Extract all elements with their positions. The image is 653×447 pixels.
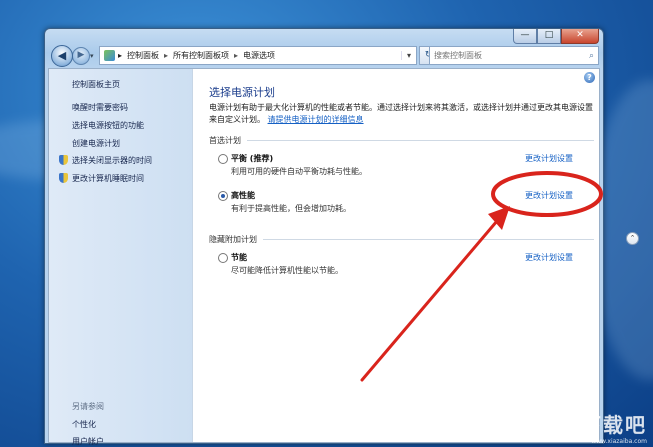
- caption-buttons: — □ ✕: [513, 29, 599, 44]
- search-input[interactable]: [430, 50, 576, 61]
- plan-details-link[interactable]: 请提供电源计划的详细信息: [268, 115, 364, 124]
- address-bar[interactable]: ▸ 控制面板 ▸ 所有控制面板项 ▸ 电源选项 ▾: [99, 46, 417, 65]
- plan-description: 利用可用的硬件自动平衡功耗与性能。: [231, 167, 367, 176]
- maximize-button[interactable]: □: [537, 29, 561, 44]
- sidebar-item-create-plan[interactable]: 创建电源计划: [72, 138, 120, 149]
- moon-icon: [59, 173, 68, 183]
- breadcrumb-all-items[interactable]: 所有控制面板项: [173, 50, 229, 61]
- main-panel: ? 选择电源计划 电源计划有助于最大化计算机的性能或者节能。通过选择计划来将其激…: [193, 69, 639, 442]
- recent-pages-chevron-icon[interactable]: ▾: [90, 52, 94, 60]
- see-also-heading: 另请参阅: [72, 402, 104, 411]
- back-button[interactable]: ◀: [51, 45, 73, 67]
- breadcrumb-control-panel[interactable]: 控制面板: [127, 50, 159, 61]
- collapse-chevron-up-icon[interactable]: ⌃: [626, 232, 639, 245]
- change-plan-settings-link-highlighted[interactable]: 更改计划设置: [525, 190, 573, 201]
- sidebar-item-power-button[interactable]: 选择电源按钮的功能: [72, 120, 144, 131]
- breadcrumb-power-options[interactable]: 电源选项: [243, 50, 275, 61]
- control-panel-icon: [104, 50, 115, 61]
- navigation-bar: ◀ ▶ ▾ ▸ 控制面板 ▸ 所有控制面板项 ▸ 电源选项 ▾ ↻ ⌕: [45, 44, 603, 68]
- preferred-plans-header: 首选计划: [209, 135, 594, 146]
- close-button[interactable]: ✕: [561, 29, 599, 44]
- preferred-plans-label: 首选计划: [209, 136, 241, 145]
- see-also-personalization[interactable]: 个性化: [72, 419, 96, 430]
- sidebar-item-display-off[interactable]: 选择关闭显示器的时间: [72, 155, 152, 166]
- divider: [247, 140, 594, 141]
- power-icon: [59, 155, 68, 165]
- client-area: 控制面板主页 唤醒时需要密码 选择电源按钮的功能 创建电源计划 选择关闭显示器的…: [48, 68, 639, 446]
- address-dropdown-icon[interactable]: ▾: [401, 51, 416, 60]
- plan-radio[interactable]: [218, 253, 228, 263]
- watermark-logo: 下载吧 www.xiazaiba.com: [581, 409, 647, 445]
- sidebar: 控制面板主页 唤醒时需要密码 选择电源按钮的功能 创建电源计划 选择关闭显示器的…: [49, 69, 193, 446]
- plan-name: 高性能: [231, 191, 255, 200]
- control-panel-window: — □ ✕ ◀ ▶ ▾ ▸ 控制面板 ▸ 所有控制面板项 ▸ 电源选项 ▾ ↻ …: [44, 28, 639, 446]
- search-box[interactable]: ⌕: [429, 46, 599, 65]
- help-icon[interactable]: ?: [584, 72, 595, 83]
- watermark-text: 下载吧: [581, 413, 647, 437]
- plan-description: 有利于提高性能，但会增加功耗。: [231, 204, 351, 213]
- plan-description: 尽可能降低计算机性能以节能。: [231, 266, 343, 275]
- change-plan-settings-link[interactable]: 更改计划设置: [525, 252, 573, 263]
- plan-name: 平衡 (推荐): [231, 154, 274, 163]
- breadcrumb-chevron-icon[interactable]: ▸: [234, 51, 238, 60]
- sidebar-item-wake-password[interactable]: 唤醒时需要密码: [72, 102, 128, 113]
- change-plan-settings-link[interactable]: 更改计划设置: [525, 153, 573, 164]
- search-icon[interactable]: ⌕: [589, 51, 594, 61]
- hidden-plans-header: 隐藏附加计划: [209, 234, 594, 245]
- watermark-url: www.xiazaiba.com: [591, 438, 647, 445]
- divider: [263, 239, 594, 240]
- plan-radio[interactable]: [218, 154, 228, 164]
- breadcrumb-chevron-icon[interactable]: ▸: [164, 51, 168, 60]
- plan-name: 节能: [231, 253, 247, 262]
- hidden-plans-label: 隐藏附加计划: [209, 235, 257, 244]
- see-also-user-accounts[interactable]: 用户帐户: [72, 436, 104, 447]
- forward-button[interactable]: ▶: [72, 47, 90, 65]
- minimize-button[interactable]: —: [513, 29, 537, 44]
- page-description: 电源计划有助于最大化计算机的性能或者节能。通过选择计划来将其激活，或选择计划并通…: [209, 102, 594, 126]
- plan-radio-selected[interactable]: [218, 191, 228, 201]
- sidebar-home-link[interactable]: 控制面板主页: [72, 79, 120, 90]
- sidebar-item-sleep[interactable]: 更改计算机睡眠时间: [72, 173, 144, 184]
- breadcrumb-chevron-icon[interactable]: ▸: [118, 51, 122, 60]
- page-title: 选择电源计划: [209, 86, 275, 99]
